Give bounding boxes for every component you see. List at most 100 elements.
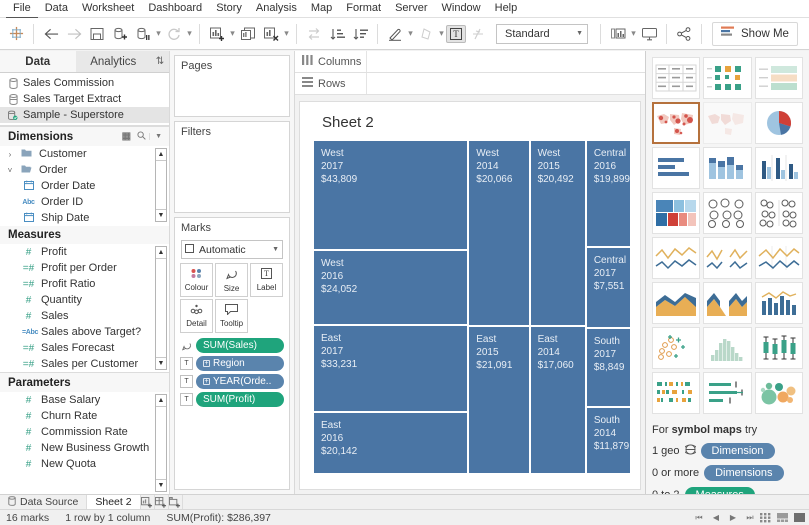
show-me-text-table[interactable] [652, 57, 701, 99]
fit-selector[interactable]: Standard ▼ [496, 23, 588, 44]
parameters-scrollbar[interactable]: ▲ ▼ [155, 394, 167, 492]
colour-button[interactable]: Colour [180, 263, 213, 297]
filters-card[interactable]: Filters [174, 121, 290, 213]
forward-arrow-icon[interactable] [63, 22, 85, 46]
chevron-down-icon[interactable]: ˅ [6, 166, 14, 175]
grid-view-icon[interactable]: ▦ [119, 131, 134, 142]
show-me-box-and-whisker[interactable] [754, 327, 803, 369]
plus-icon[interactable]: + [203, 378, 210, 385]
highlight-icon[interactable] [384, 22, 406, 46]
swap-rows-columns-icon[interactable] [303, 22, 325, 46]
treemap-cell-west-2014[interactable]: West 2014 $20,066 [469, 141, 529, 325]
tab-data[interactable]: Data [0, 51, 76, 72]
scroll-up-arrow-icon[interactable]: ▲ [156, 149, 166, 160]
chevron-right-icon[interactable]: › [6, 150, 14, 159]
menu-item-file[interactable]: File [6, 0, 38, 18]
duplicate-sheet-icon[interactable] [237, 22, 259, 46]
field-profit-per-order[interactable]: =# Profit per Order [0, 260, 169, 276]
show-me-continuous-lines[interactable] [652, 237, 701, 279]
show-me-heat-map[interactable] [703, 57, 752, 99]
show-me-filled-map[interactable] [703, 102, 752, 144]
field-sales-forecast[interactable]: =# Sales Forecast [0, 340, 169, 356]
param-base-salary[interactable]: # Base Salary [0, 392, 169, 408]
new-data-source-icon[interactable] [109, 22, 131, 46]
scroll-down-arrow-icon[interactable]: ▼ [156, 358, 166, 369]
tab-sheet-2[interactable]: Sheet 2 [87, 494, 141, 510]
back-arrow-icon[interactable] [40, 22, 62, 46]
label-button[interactable]: T Label [250, 263, 283, 297]
tableau-logo-icon[interactable] [5, 22, 27, 46]
show-mark-labels-icon[interactable]: T [446, 24, 466, 43]
refresh-data-source-icon[interactable] [163, 22, 185, 46]
group-members-icon[interactable] [415, 22, 437, 46]
scroll-thumb[interactable] [156, 406, 166, 480]
show-me-bullet-graph[interactable] [703, 372, 752, 414]
field-order[interactable]: ˅ Order [0, 162, 169, 178]
fit-icon[interactable] [607, 22, 629, 46]
show-me-side-by-side-bars[interactable] [754, 147, 803, 189]
field-sales[interactable]: # Sales [0, 308, 169, 324]
menu-item-analysis[interactable]: Analysis [249, 0, 304, 17]
split-view-icon[interactable] [776, 512, 791, 523]
last-page-button[interactable]: ⏭ [742, 513, 758, 523]
param-new-quota[interactable]: # New Quota [0, 456, 169, 472]
menu-item-dashboard[interactable]: Dashboard [141, 0, 209, 17]
field-profit-ratio[interactable]: =# Profit Ratio [0, 276, 169, 292]
menu-item-story[interactable]: Story [209, 0, 249, 17]
dropdown-dot[interactable]: ▾ [407, 28, 414, 39]
menu-item-data[interactable]: Data [38, 0, 75, 17]
show-me-dual-lines[interactable] [703, 237, 752, 279]
show-me-dual-combination[interactable] [754, 282, 803, 324]
field-quantity[interactable]: # Quantity [0, 292, 169, 308]
grid-view-icon[interactable] [759, 512, 774, 523]
treemap-cell-west-2017[interactable]: West 2017 $43,809 [314, 141, 468, 250]
pill-sum-sales[interactable]: SUM(Sales) [196, 338, 284, 353]
show-me-pie-chart[interactable] [754, 102, 803, 144]
share-icon[interactable] [673, 22, 695, 46]
show-me-circle-views[interactable] [703, 192, 752, 234]
show-me-area-chart-continuous[interactable] [652, 282, 701, 324]
field-order-id[interactable]: Abc Order ID [0, 194, 169, 210]
show-me-area-chart-discrete[interactable] [703, 282, 752, 324]
size-button[interactable]: Size [215, 263, 248, 297]
show-me-packed-bubbles[interactable] [754, 372, 803, 414]
new-story-icon[interactable] [169, 494, 183, 510]
data-source-sales-target-extract[interactable]: Sales Target Extract [0, 91, 169, 107]
sort-toggle-icon[interactable]: ⇅ [151, 51, 169, 72]
scroll-thumb[interactable] [156, 160, 166, 210]
treemap-cell-east-2014[interactable]: East 2014 $17,060 [530, 326, 585, 473]
treemap-cell-east-2016[interactable]: East 2016 $20,142 [314, 412, 468, 473]
field-customer[interactable]: › Customer [0, 146, 169, 162]
show-me-highlight-table[interactable] [754, 57, 803, 99]
tab-analytics[interactable]: Analytics [75, 51, 151, 72]
pill-sum-profit[interactable]: SUM(Profit) [196, 392, 284, 407]
show-me-symbol-map[interactable] [652, 102, 701, 144]
treemap-cell-central-2017[interactable]: Central 2017 $7,551 [586, 248, 630, 328]
treemap-cell-west-2015[interactable]: West 2015 $20,492 [530, 141, 585, 325]
show-me-stacked-bars[interactable] [703, 147, 752, 189]
scroll-up-arrow-icon[interactable]: ▲ [156, 247, 166, 258]
dropdown-dot[interactable]: ▾ [283, 28, 290, 39]
field-order-date[interactable]: Order Date [0, 178, 169, 194]
show-me-histogram[interactable] [703, 327, 752, 369]
param-new-business-growth[interactable]: # New Business Growth [0, 440, 169, 456]
pill-region[interactable]: + Region [196, 356, 284, 371]
save-icon[interactable] [86, 22, 108, 46]
show-me-button[interactable]: Show Me [712, 21, 798, 46]
presentation-mode-icon[interactable] [638, 22, 660, 46]
next-page-button[interactable]: ▶ [725, 513, 741, 522]
new-worksheet-icon[interactable] [206, 22, 228, 46]
rows-drop-zone[interactable] [367, 73, 645, 94]
dropdown-dot[interactable]: ▾ [155, 28, 162, 39]
treemap-cell-south-2014[interactable]: South 2014 $11,879 [586, 407, 630, 473]
menu-item-format[interactable]: Format [339, 0, 388, 17]
full-view-icon[interactable] [793, 512, 808, 523]
first-page-button[interactable]: ⏮ [691, 513, 707, 523]
field-sales-per-customer[interactable]: =# Sales per Customer [0, 356, 169, 372]
data-source-sample-superstore[interactable]: Sample - Superstore [0, 107, 169, 123]
treemap-cell-east-2015[interactable]: East 2015 $21,091 [469, 326, 529, 473]
pill-year-order-date[interactable]: + YEAR(Orde.. [196, 374, 284, 389]
menu-item-worksheet[interactable]: Worksheet [75, 0, 141, 17]
show-me-discrete-lines[interactable] [754, 237, 803, 279]
field-sales-above-target[interactable]: =Abc Sales above Target? [0, 324, 169, 340]
